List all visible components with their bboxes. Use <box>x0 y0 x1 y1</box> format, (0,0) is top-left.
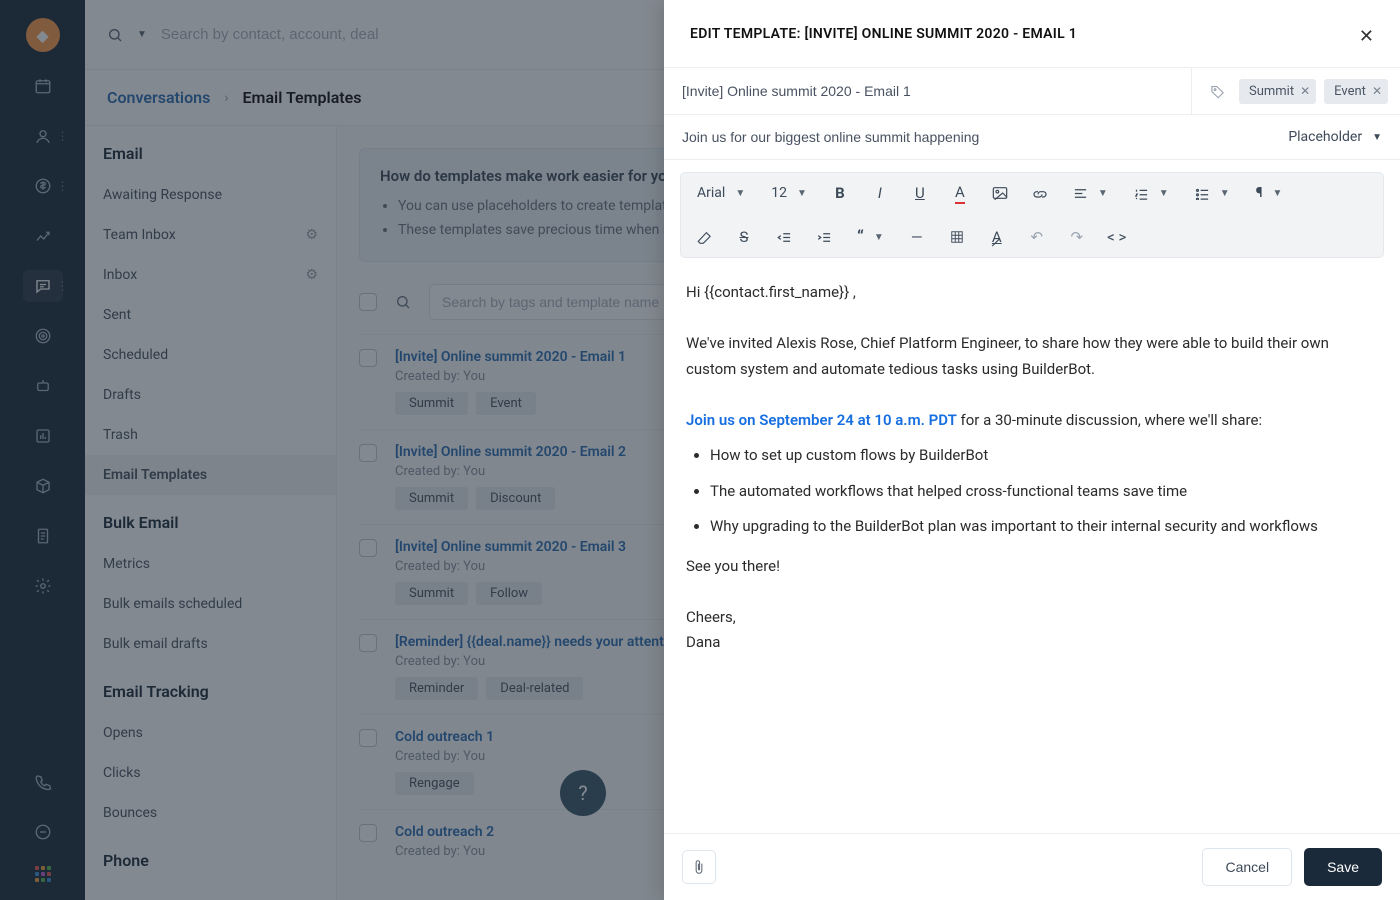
chevron-down-icon: ▼ <box>874 232 884 243</box>
subject-input[interactable] <box>682 129 1288 145</box>
remove-tag-icon[interactable]: ✕ <box>1300 84 1310 98</box>
chevron-down-icon: ▼ <box>1159 188 1169 199</box>
editor-line: Join us on September 24 at 10 a.m. PDT f… <box>686 408 1378 434</box>
placeholder-dropdown[interactable]: Placeholder ▼ <box>1288 129 1382 145</box>
editor-line: Dana <box>686 630 1378 656</box>
tag-icon[interactable] <box>1204 84 1231 99</box>
chevron-down-icon: ▼ <box>735 188 745 199</box>
horizontal-rule-icon[interactable]: — <box>904 225 930 249</box>
attachment-icon[interactable] <box>682 850 716 884</box>
editor-bullet: Why upgrading to the BuilderBot plan was… <box>710 514 1378 540</box>
font-family-select[interactable]: Arial ▼ <box>691 183 751 203</box>
insert-image-icon[interactable] <box>987 181 1013 205</box>
tag-chip[interactable]: Summit ✕ <box>1239 79 1316 104</box>
editor-line: Cheers, <box>686 605 1378 631</box>
clear-format-icon[interactable]: A— <box>984 225 1010 249</box>
underline-icon[interactable]: U <box>907 181 933 205</box>
save-button[interactable]: Save <box>1304 848 1382 886</box>
editor-body[interactable]: Hi {{contact.first_name}} , We've invite… <box>664 268 1400 833</box>
italic-icon[interactable]: I <box>867 181 893 205</box>
redo-icon[interactable]: ↷ <box>1064 225 1090 249</box>
tag-chip-label: Summit <box>1249 84 1294 99</box>
editor-bullet: The automated workflows that helped cros… <box>710 479 1378 505</box>
table-icon[interactable] <box>944 225 970 249</box>
editor-bullet: How to set up custom flows by BuilderBot <box>710 443 1378 469</box>
tag-chip[interactable]: Event ✕ <box>1324 79 1388 104</box>
strikethrough-icon[interactable]: S <box>731 225 757 249</box>
ordered-list-select[interactable]: ▼ <box>1128 185 1175 202</box>
indent-icon[interactable] <box>811 225 837 249</box>
chevron-down-icon: ▼ <box>1272 188 1282 199</box>
text-color-icon[interactable]: A <box>947 181 973 205</box>
font-family-label: Arial <box>697 185 725 201</box>
align-select[interactable]: ▼ <box>1067 185 1114 202</box>
paragraph-direction-select[interactable]: ¶▼ <box>1250 183 1289 203</box>
undo-icon[interactable]: ↶ <box>1024 225 1050 249</box>
chevron-down-icon: ▼ <box>797 188 807 199</box>
cancel-button[interactable]: Cancel <box>1202 848 1292 886</box>
editor-link[interactable]: Join us on September 24 at 10 a.m. PDT <box>686 411 957 429</box>
editor-line: See you there! <box>686 554 1378 580</box>
code-view-icon[interactable]: < > <box>1104 225 1130 249</box>
template-name-input[interactable] <box>664 68 1191 114</box>
unordered-list-select[interactable]: ▼ <box>1189 185 1236 202</box>
chevron-down-icon: ▼ <box>1098 188 1108 199</box>
placeholder-dropdown-label: Placeholder <box>1288 129 1362 145</box>
template-tags: Summit ✕ Event ✕ <box>1191 68 1400 114</box>
editor-line: Hi {{contact.first_name}} , <box>686 280 1378 306</box>
close-icon[interactable]: ✕ <box>1359 26 1374 47</box>
panel-footer: Cancel Save <box>664 833 1400 900</box>
remove-tag-icon[interactable]: ✕ <box>1372 84 1382 98</box>
template-name-row: Summit ✕ Event ✕ <box>664 67 1400 115</box>
chevron-down-icon: ▼ <box>1372 132 1382 143</box>
subject-row: Placeholder ▼ <box>664 115 1400 160</box>
chevron-down-icon: ▼ <box>1220 188 1230 199</box>
outdent-icon[interactable] <box>771 225 797 249</box>
editor-toolbar: Arial▼ 12▼ B I U A ▼ ▼ ▼ ¶▼ S “▼ — A— ↶ … <box>680 172 1384 258</box>
eraser-icon[interactable] <box>691 225 717 249</box>
font-size-select[interactable]: 12 ▼ <box>765 183 813 203</box>
font-size-label: 12 <box>771 185 787 201</box>
panel-title: EDIT TEMPLATE: [INVITE] ONLINE SUMMIT 20… <box>690 26 1077 42</box>
edit-template-panel: EDIT TEMPLATE: [INVITE] ONLINE SUMMIT 20… <box>664 0 1400 900</box>
tag-chip-label: Event <box>1334 84 1366 99</box>
editor-line: We've invited Alexis Rose, Chief Platfor… <box>686 331 1378 382</box>
bold-icon[interactable]: B <box>827 181 853 205</box>
quote-select[interactable]: “▼ <box>851 225 890 249</box>
editor-text: for a 30-minute discussion, where we'll … <box>957 411 1262 429</box>
insert-link-icon[interactable] <box>1027 181 1053 205</box>
